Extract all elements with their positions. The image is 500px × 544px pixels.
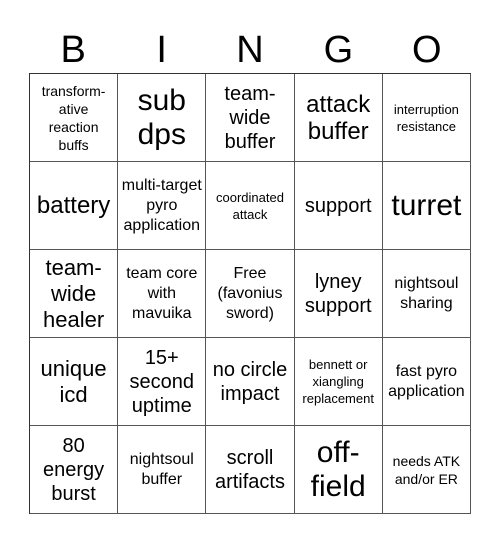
cell-text: nightsoul buffer	[129, 450, 194, 488]
cell-text: scroll artifacts	[214, 446, 285, 493]
cell-text: nightsoul sharing	[394, 274, 459, 312]
bingo-cell[interactable]: lyney support	[294, 250, 383, 338]
bingo-cell[interactable]: Free (favonius sword)	[206, 250, 295, 338]
bingo-cell[interactable]: multi-target pyro application	[118, 162, 207, 250]
cell-text: team-wide buffer	[224, 82, 276, 153]
cell-text: off-field	[310, 435, 366, 503]
bingo-cell[interactable]: attack buffer	[294, 74, 383, 162]
cell-text: 80 energy burst	[43, 434, 105, 505]
bingo-cell[interactable]: support	[294, 162, 383, 250]
cell-text: lyney support	[304, 270, 372, 317]
cell-text: sub dps	[137, 83, 186, 151]
bingo-cell[interactable]: needs ATK and/or ER	[382, 426, 471, 514]
header-letter-o: O	[412, 29, 442, 71]
cell-text: team core with mavuika	[126, 264, 198, 322]
header-letter-n: N	[236, 29, 264, 71]
bingo-cell[interactable]: battery	[30, 162, 119, 250]
cell-text: bennett or xiangling replacement	[302, 357, 374, 406]
bingo-cell[interactable]: team core with mavuika	[118, 250, 207, 338]
bingo-cell[interactable]: nightsoul sharing	[382, 250, 471, 338]
bingo-cell[interactable]: team-wide buffer	[206, 74, 295, 162]
bingo-cell[interactable]: 80 energy burst	[30, 426, 119, 514]
bingo-cell[interactable]: transform-ative reaction buffs	[30, 74, 119, 162]
cell-text: transform-ative reaction buffs	[41, 82, 106, 153]
cell-text: multi-target pyro application	[121, 176, 202, 234]
bingo-cell[interactable]: turret	[382, 162, 471, 250]
bingo-cell[interactable]: 15+ second uptime	[118, 338, 207, 426]
bingo-cell[interactable]: off-field	[294, 426, 383, 514]
bingo-header: B I N G O	[29, 30, 471, 70]
bingo-cell[interactable]: no circle impact	[206, 338, 295, 426]
bingo-board: transform-ative reaction buffs sub dps t…	[29, 73, 471, 514]
bingo-cell[interactable]: bennett or xiangling replacement	[294, 338, 383, 426]
cell-text: team-wide healer	[43, 254, 105, 332]
header-letter-b: B	[60, 29, 86, 71]
cell-text: needs ATK and/or ER	[392, 452, 461, 487]
cell-text: fast pyro application	[388, 362, 465, 400]
cell-text: no circle impact	[212, 358, 288, 405]
bingo-cell[interactable]: fast pyro application	[382, 338, 471, 426]
bingo-cell[interactable]: scroll artifacts	[206, 426, 295, 514]
bingo-cell[interactable]: interruption resistance	[382, 74, 471, 162]
cell-text: attack buffer	[306, 90, 371, 145]
cell-text: 15+ second uptime	[129, 346, 195, 417]
cell-text: turret	[391, 188, 462, 222]
cell-text: support	[304, 194, 372, 217]
bingo-cell[interactable]: team-wide healer	[30, 250, 119, 338]
bingo-cell[interactable]: coordinated attack	[206, 162, 295, 250]
cell-text: battery	[36, 192, 111, 219]
header-letter-g: G	[323, 29, 354, 71]
bingo-cell[interactable]: sub dps	[118, 74, 207, 162]
bingo-cell[interactable]: nightsoul buffer	[118, 426, 207, 514]
cell-text: Free (favonius sword)	[217, 264, 283, 322]
cell-text: interruption resistance	[393, 101, 459, 134]
header-letter-i: I	[156, 29, 167, 71]
cell-text: unique icd	[40, 355, 107, 407]
cell-text: coordinated attack	[216, 189, 284, 222]
bingo-cell[interactable]: unique icd	[30, 338, 119, 426]
